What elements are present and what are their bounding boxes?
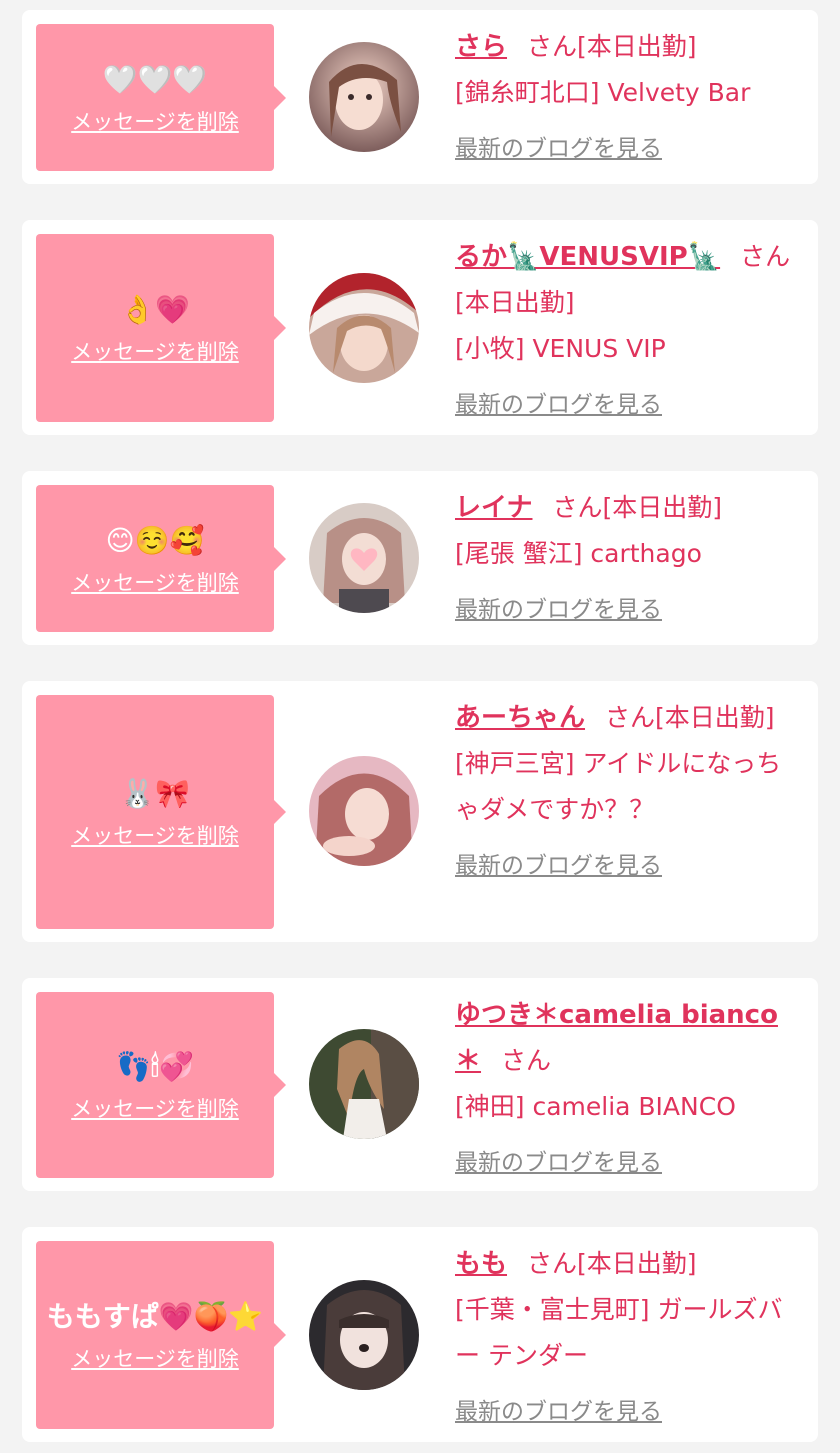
girl-info: もも さん[本日出勤] [千葉・富士見町] ガールズバー テンダー 最新のブログを… bbox=[455, 1241, 797, 1435]
delete-message-link[interactable]: メッセージを削除 bbox=[71, 1343, 239, 1373]
latest-blog-link[interactable]: 最新のブログを見る bbox=[455, 587, 662, 633]
avatar[interactable] bbox=[309, 1029, 419, 1139]
message-box: 🐰🎀 メッセージを削除 bbox=[36, 695, 286, 929]
message-text: 🤍🤍🤍 bbox=[102, 62, 208, 96]
latest-blog-link[interactable]: 最新のブログを見る bbox=[455, 1140, 662, 1186]
girl-info: レイナ さん[本日出勤] [尾張 蟹江] carthago 最新のブログを見る bbox=[455, 485, 797, 633]
girl-name-link[interactable]: レイナ bbox=[455, 493, 532, 523]
delete-message-link[interactable]: メッセージを削除 bbox=[71, 336, 239, 366]
girl-name-link[interactable]: あーちゃん bbox=[455, 703, 585, 733]
name-suffix: さん bbox=[501, 1046, 552, 1075]
delete-message-link[interactable]: メッセージを削除 bbox=[71, 820, 239, 850]
name-suffix: さん[本日出勤] bbox=[527, 1249, 697, 1278]
shop-name: [神戸三宮] アイドルになっちゃダメですか？？ bbox=[455, 749, 782, 824]
avatar[interactable] bbox=[309, 503, 419, 613]
girl-info: ゆつき＊camelia bianco＊ さん [神田] camelia BIANC… bbox=[455, 992, 797, 1186]
girl-info: るか🗽VENUSVIP🗽 さん[本日出勤] [小牧] VENUS VIP 最新のブ… bbox=[455, 234, 797, 428]
delete-message-link[interactable]: メッセージを削除 bbox=[71, 1093, 239, 1123]
message-text: 👣🕯💞 bbox=[116, 1050, 194, 1083]
girl-info: さら さん[本日出勤] [錦糸町北口] Velvety Bar 最新のブログを見る bbox=[455, 24, 797, 172]
name-suffix: さん[本日出勤] bbox=[605, 703, 775, 732]
avatar[interactable] bbox=[309, 42, 419, 152]
shop-name: [錦糸町北口] Velvety Bar bbox=[455, 78, 751, 107]
girl-name-link[interactable]: もも bbox=[455, 1249, 507, 1279]
name-suffix: さん[本日出勤] bbox=[527, 32, 697, 61]
avatar[interactable] bbox=[309, 1280, 419, 1390]
delete-message-link[interactable]: メッセージを削除 bbox=[71, 106, 239, 136]
message-box: ももすぱ💗🍑⭐ メッセージを削除 bbox=[36, 1241, 286, 1429]
girl-name-link[interactable]: るか🗽VENUSVIP🗽 bbox=[455, 242, 720, 272]
list-item: ももすぱ💗🍑⭐ メッセージを削除 もも さん[本日出勤] [千葉・富士見町] ガー… bbox=[22, 1227, 818, 1442]
girl-name-link[interactable]: さら bbox=[455, 32, 507, 62]
list-item: 😊☺️🥰 メッセージを削除 レイナ さん[本日出勤] [尾張 蟹江] cartha… bbox=[22, 471, 818, 645]
shop-name: [千葉・富士見町] ガールズバー テンダー bbox=[455, 1295, 783, 1370]
list-item: 🤍🤍🤍 メッセージを削除 さら さん[本日出勤] [錦糸町北口] Velvety … bbox=[22, 10, 818, 184]
message-text: ももすぱ💗🍑⭐ bbox=[46, 1300, 264, 1333]
shop-name: [尾張 蟹江] carthago bbox=[455, 539, 702, 568]
message-box: 😊☺️🥰 メッセージを削除 bbox=[36, 485, 286, 632]
latest-blog-link[interactable]: 最新のブログを見る bbox=[455, 126, 662, 172]
message-text: 🐰🎀 bbox=[120, 777, 190, 810]
girl-info: あーちゃん さん[本日出勤] [神戸三宮] アイドルになっちゃダメですか？？ 最新… bbox=[455, 695, 797, 889]
avatar[interactable] bbox=[309, 273, 419, 383]
shop-name: [神田] camelia BIANCO bbox=[455, 1092, 736, 1121]
name-suffix: さん[本日出勤] bbox=[552, 493, 722, 522]
message-box: 🤍🤍🤍 メッセージを削除 bbox=[36, 24, 286, 171]
message-text: 😊☺️🥰 bbox=[105, 523, 205, 557]
list-item: 👌💗 メッセージを削除 るか🗽VENUSVIP🗽 さん[本日出勤] [小牧] VE… bbox=[22, 220, 818, 435]
list-item: 🐰🎀 メッセージを削除 あーちゃん さん[本日出勤] [神戸三宮] アイドルになっ… bbox=[22, 681, 818, 942]
latest-blog-link[interactable]: 最新のブログを見る bbox=[455, 1389, 662, 1435]
latest-blog-link[interactable]: 最新のブログを見る bbox=[455, 843, 662, 889]
avatar[interactable] bbox=[309, 756, 419, 866]
shop-name: [小牧] VENUS VIP bbox=[455, 334, 666, 363]
latest-blog-link[interactable]: 最新のブログを見る bbox=[455, 382, 662, 428]
message-box: 👣🕯💞 メッセージを削除 bbox=[36, 992, 286, 1178]
delete-message-link[interactable]: メッセージを削除 bbox=[71, 567, 239, 597]
message-box: 👌💗 メッセージを削除 bbox=[36, 234, 286, 422]
message-text: 👌💗 bbox=[120, 293, 190, 326]
favorite-list: 🤍🤍🤍 メッセージを削除 さら さん[本日出勤] [錦糸町北口] Velvety … bbox=[0, 0, 840, 1453]
list-item: 👣🕯💞 メッセージを削除 ゆつき＊camelia bianco＊ さん [神田] … bbox=[22, 978, 818, 1191]
